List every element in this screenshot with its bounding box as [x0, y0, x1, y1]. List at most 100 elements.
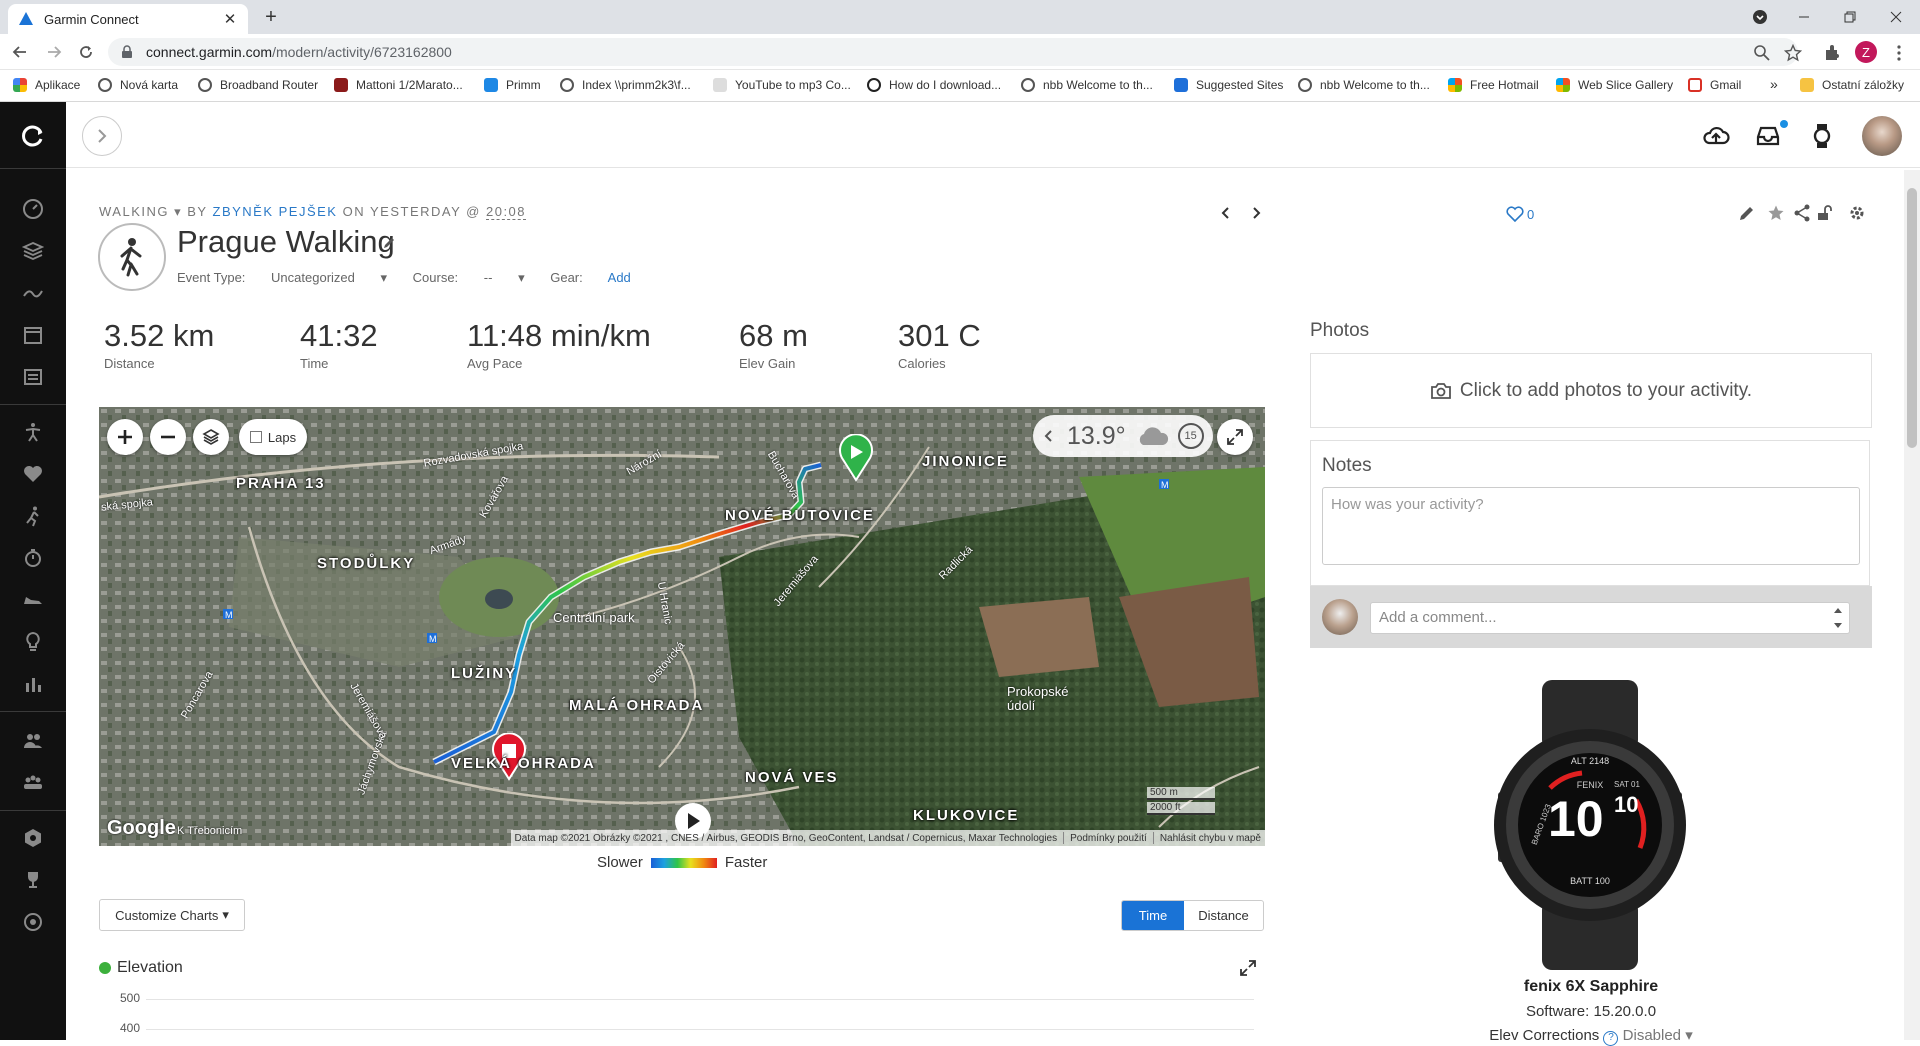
toggle-time[interactable]: Time [1122, 901, 1184, 930]
shoe-gear-icon[interactable] [21, 588, 45, 612]
tab-search-icon[interactable] [1738, 4, 1782, 30]
bookmark-item[interactable]: Index \\primm2k3\f... [560, 78, 691, 92]
map-place-label: NOVÉ BUTOVICE [725, 507, 875, 524]
bookmark-item[interactable]: nbb Welcome to th... [1298, 78, 1430, 92]
profile-avatar[interactable]: Z [1855, 41, 1877, 63]
reports-icon[interactable] [21, 365, 45, 389]
close-window-icon[interactable] [1874, 4, 1918, 30]
customize-charts-button[interactable]: Customize Charts ▾ [99, 899, 245, 931]
like-button[interactable]: 0 [1506, 206, 1534, 222]
bookmark-item[interactable]: nbb Welcome to th... [1021, 78, 1153, 92]
edit-pencil-icon[interactable] [1738, 204, 1756, 222]
garmin-logo-icon[interactable] [21, 124, 45, 148]
device-watch-icon[interactable] [1808, 122, 1836, 150]
bookmark-folder[interactable]: Ostatní záložky [1800, 78, 1904, 92]
stat-avg-pace: 11:48 min/km Avg Pace [467, 318, 651, 371]
user-avatar[interactable] [1862, 116, 1902, 156]
bookmark-item[interactable]: Suggested Sites [1174, 78, 1283, 92]
insights-bulb-icon[interactable] [21, 630, 45, 654]
help-icon[interactable]: ? [1603, 1031, 1619, 1046]
bookmark-item[interactable]: Gmail [1688, 78, 1741, 92]
minimize-icon[interactable] [1782, 4, 1826, 30]
scrollbar-thumb[interactable] [1907, 188, 1917, 448]
bookmark-item[interactable]: Primm [484, 78, 541, 92]
report-error-link[interactable]: Nahlásit chybu v mapě [1160, 833, 1261, 844]
expand-chart-icon[interactable] [1240, 960, 1256, 976]
zoom-icon[interactable] [1753, 44, 1771, 62]
add-gear-link[interactable]: Add [608, 270, 631, 285]
bookmark-item[interactable]: YouTube to mp3 Co... [713, 78, 851, 92]
restore-icon[interactable] [1828, 4, 1872, 30]
browser-tab[interactable]: Garmin Connect ✕ [8, 4, 248, 34]
inbox-icon[interactable] [1754, 122, 1782, 150]
share-icon[interactable] [1793, 204, 1811, 222]
bookmark-item[interactable]: Nová karta [98, 78, 178, 92]
calendar-icon[interactable] [21, 323, 45, 347]
elev-corrections-select[interactable]: Disabled [1623, 1027, 1681, 1044]
add-photos-area[interactable]: Click to add photos to your activity. [1310, 353, 1872, 428]
settings-gear-icon[interactable] [1848, 204, 1866, 222]
back-icon[interactable] [8, 40, 32, 64]
training-icon[interactable] [21, 420, 45, 444]
bookmark-item[interactable]: Aplikace [13, 78, 80, 92]
toggle-distance[interactable]: Distance [1184, 901, 1263, 930]
activity-type-dropdown-icon[interactable]: ▾ [174, 204, 182, 219]
comment-input[interactable]: Add a comment... [1370, 602, 1850, 634]
bookmark-item[interactable]: Free Hotmail [1448, 78, 1539, 92]
activity-title[interactable]: Prague Walking [177, 224, 395, 260]
badges-icon[interactable] [21, 826, 45, 850]
activity-time[interactable]: 20:08 [485, 204, 527, 220]
trophy-icon[interactable] [21, 868, 45, 892]
close-tab-icon[interactable]: ✕ [222, 10, 238, 28]
groups-icon[interactable] [21, 771, 45, 795]
layers-icon[interactable] [21, 239, 45, 263]
garmin-coach-icon[interactable] [21, 910, 45, 934]
health-heart-icon[interactable] [21, 462, 45, 486]
chevron-left-icon[interactable] [1043, 429, 1053, 443]
url-field[interactable]: connect.garmin.com/modern/activity/67231… [108, 38, 1798, 66]
activity-wave-icon[interactable] [21, 281, 45, 305]
bookmark-star-icon[interactable] [1784, 44, 1802, 62]
bookmark-item[interactable]: Web Slice Gallery [1556, 78, 1673, 92]
activity-type[interactable]: WALKING [99, 204, 169, 219]
previous-activity-icon[interactable] [1218, 205, 1234, 221]
notes-textarea[interactable]: How was your activity? [1322, 487, 1860, 565]
upload-cloud-icon[interactable] [1702, 122, 1730, 150]
statistics-icon[interactable] [21, 672, 45, 696]
menu-kebab-icon[interactable] [1890, 44, 1908, 62]
event-type-select[interactable]: Event Type: Uncategorized ▾ [177, 270, 387, 285]
laps-toggle[interactable]: Laps [239, 419, 307, 455]
zoom-out-button[interactable] [150, 419, 186, 455]
connections-icon[interactable] [21, 729, 45, 753]
map-layers-button[interactable] [193, 419, 229, 455]
fullscreen-button[interactable] [1217, 419, 1253, 455]
bookmark-item[interactable]: Mattoni 1/2Marato... [334, 78, 463, 92]
privacy-lock-icon[interactable] [1816, 204, 1834, 222]
weather-widget[interactable]: 13.9° 15 [1033, 415, 1213, 457]
favorite-star-icon[interactable] [1767, 204, 1785, 222]
new-tab-button[interactable]: + [258, 6, 284, 28]
extensions-icon[interactable] [1823, 44, 1841, 62]
map-place-label: LUŽINY [451, 665, 518, 682]
stopwatch-icon[interactable] [21, 546, 45, 570]
performance-runner-icon[interactable] [21, 504, 45, 528]
terms-link[interactable]: Podmínky použití [1070, 833, 1147, 844]
dashboard-icon[interactable] [21, 197, 45, 221]
zoom-in-button[interactable] [107, 419, 143, 455]
expand-sidebar-button[interactable] [82, 116, 122, 156]
start-marker-icon[interactable] [838, 434, 874, 482]
course-select[interactable]: Course: -- ▾ [413, 270, 525, 285]
more-bookmarks-button[interactable]: » [1770, 76, 1778, 92]
forward-icon[interactable] [42, 40, 66, 64]
page-scrollbar[interactable] [1904, 170, 1920, 1040]
bookmark-item[interactable]: Broadband Router [198, 78, 318, 92]
laps-checkbox[interactable] [249, 431, 262, 443]
comment-scroll-arrows-icon[interactable] [1832, 605, 1844, 631]
bookmark-item[interactable]: How do I download... [867, 78, 1001, 92]
next-activity-icon[interactable] [1248, 205, 1264, 221]
activity-map[interactable]: M M M PRAHA 13 JINONICE NOVÉ BUTOVICE ST… [99, 407, 1265, 846]
author-link[interactable]: ZBYNĚK PEJŠEK [213, 204, 338, 219]
edit-title-pencil-icon[interactable] [382, 236, 396, 250]
reload-icon[interactable] [74, 40, 98, 64]
map-place-label: JINONICE [922, 453, 1009, 470]
